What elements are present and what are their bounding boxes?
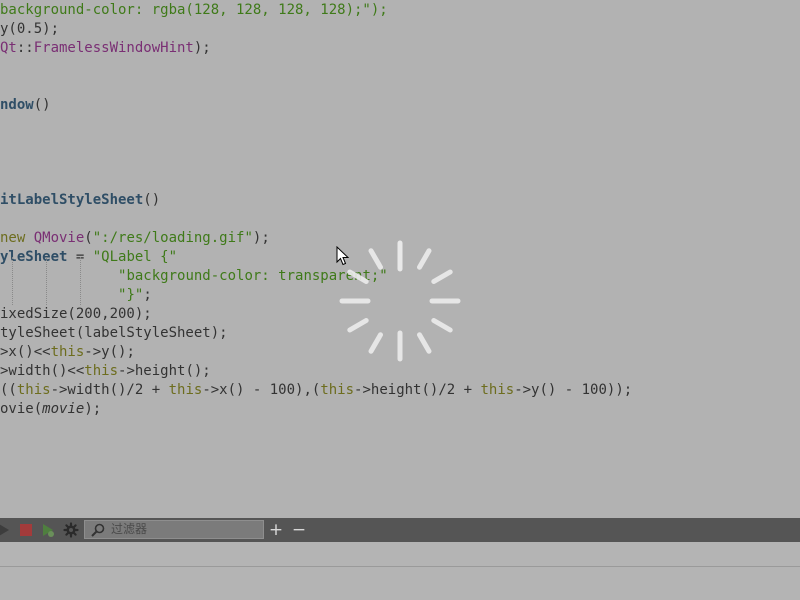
code-token: >x()<< [0,344,51,360]
code-token: this [16,382,51,398]
code-line-9: "}"; [0,286,152,305]
filter-placeholder: 过滤器 [111,522,148,536]
code-token: new [0,230,34,246]
code-line-7: yleSheet = "QLabel {" [0,248,177,267]
code-token: ->height()/2 + [354,382,481,398]
remove-filter-button[interactable]: − [291,518,307,542]
code-token: ); [84,401,102,417]
code-line-10: ixedSize(200,200); [0,305,152,324]
code-token: ; [143,287,152,303]
stop-icon[interactable] [18,522,34,538]
code-token: tyleSheet(labelStyleSheet); [0,325,228,341]
code-token: ->height(); [118,363,211,379]
gear-icon[interactable] [63,522,79,538]
code-line-4: ndow() [0,96,51,115]
code-line-3: Qt::FramelessWindowHint); [0,39,211,58]
code-token: :: [16,40,34,56]
code-token: movie [42,401,85,417]
code-editor[interactable]: background-color: rgba(128, 128, 128, 12… [0,0,800,518]
add-filter-button[interactable]: + [268,518,284,542]
run-debug-icon[interactable] [40,522,56,538]
code-token: ( [84,230,93,246]
output-pane [0,542,800,600]
code-token: FramelessWindowHint [33,40,194,56]
bottom-toolbar: 过滤器 + − [0,518,800,542]
search-icon [91,523,105,537]
filter-input[interactable]: 过滤器 [84,520,264,539]
indent-guide [46,257,47,305]
code-token: background-color: rgba(128, 128, 128, 12… [0,2,388,18]
indent-guide [12,257,13,305]
code-token: "QLabel {" [92,249,178,265]
code-token: ); [252,230,270,246]
play-icon[interactable] [0,522,12,538]
code-line-5: itLabelStyleSheet() [0,191,160,210]
code-line-6: new QMovie(":/res/loading.gif"); [0,229,270,248]
code-line-2: y(0.5); [0,20,59,39]
indent-guide [80,257,81,305]
code-token: ixedSize(200,200); [0,306,152,322]
code-token: () [143,192,161,208]
code-token: QMovie [33,230,85,246]
code-token: ->y(); [84,344,135,360]
code-token: y(0.5); [0,21,60,37]
code-token: yleSheet [0,249,68,265]
code-token: ndow [0,97,34,113]
code-token: this [50,344,85,360]
code-line-15: ovie(movie); [0,400,101,419]
code-token: ); [193,40,211,56]
code-token: (( [0,382,17,398]
code-token: >width()<< [0,363,85,379]
spinner-icon [339,240,461,362]
code-token: "}" [118,287,144,303]
code-token: this [480,382,515,398]
code-token: ->width()/2 + [50,382,169,398]
code-token: ":/res/loading.gif" [92,230,253,246]
code-token: ovie( [0,401,43,417]
mouse-cursor-icon [336,246,350,266]
code-token: this [168,382,203,398]
code-line-1: background-color: rgba(128, 128, 128, 12… [0,1,388,20]
divider [0,566,800,567]
code-token: this [320,382,355,398]
code-line-14: ((this->width()/2 + this->x() - 100),(th… [0,381,632,400]
code-token: itLabelStyleSheet [0,192,144,208]
code-token: ->x() - 100),( [202,382,321,398]
code-line-12: >x()<<this->y(); [0,343,135,362]
code-token: ->y() - 100)); [514,382,633,398]
code-token: this [84,363,119,379]
code-line-11: tyleSheet(labelStyleSheet); [0,324,228,343]
code-line-13: >width()<<this->height(); [0,362,211,381]
code-token: () [33,97,51,113]
code-token: Qt [0,40,17,56]
